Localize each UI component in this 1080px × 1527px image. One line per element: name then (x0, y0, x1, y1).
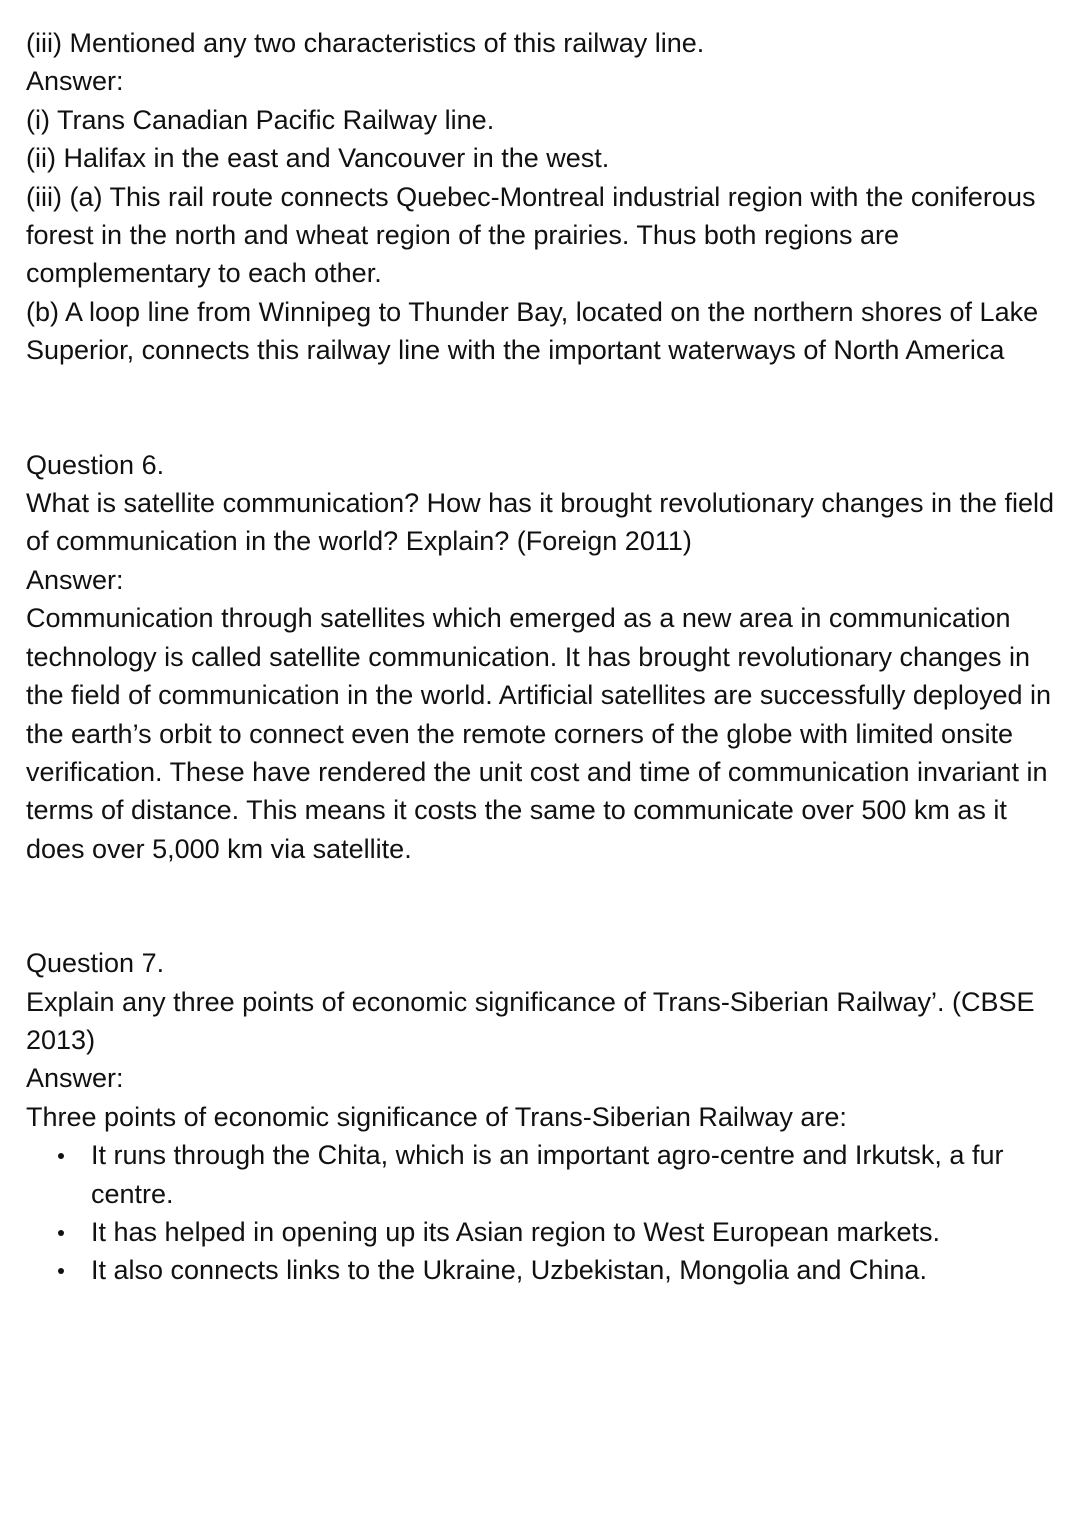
question-7-section: Question 7. Explain any three points of … (26, 944, 1060, 1290)
list-item-text: It runs through the Chita, which is an i… (91, 1140, 1004, 1209)
previous-question-section: (iii) Mentioned any two characteristics … (26, 24, 1060, 370)
question-text: Explain any three points of economic sig… (26, 986, 1035, 1055)
list-item: It also connects links to the Ukraine, U… (26, 1251, 1060, 1289)
question-part-text: (iii) Mentioned any two characteristics … (26, 28, 705, 58)
answer-intro: Three points of economic significance of… (26, 1101, 847, 1132)
list-item: It has helped in opening up its Asian re… (26, 1213, 1060, 1251)
answer-bullet-list: It runs through the Chita, which is an i… (26, 1136, 1060, 1290)
answer-label: Answer: (26, 564, 124, 595)
question-6-section: Question 6. What is satellite communicat… (26, 446, 1060, 868)
answer-paragraph: Communication through satellites which e… (26, 603, 1051, 864)
list-item: It runs through the Chita, which is an i… (26, 1136, 1060, 1213)
list-item-text: It has helped in opening up its Asian re… (91, 1216, 941, 1247)
list-item-text: It also connects links to the Ukraine, U… (91, 1255, 927, 1286)
bullet-dot-icon (58, 1153, 64, 1160)
answer-line: (ii) Halifax in the east and Vancouver i… (26, 143, 610, 174)
question-text: What is satellite communication? How has… (26, 488, 1055, 557)
document-page: (iii) Mentioned any two characteristics … (26, 24, 1060, 1290)
bullet-dot-icon (58, 1268, 64, 1275)
question-heading: Question 6. (26, 449, 165, 480)
question-heading: Question 7. (26, 948, 165, 979)
answer-line: (i) Trans Canadian Pacific Railway line. (26, 104, 495, 135)
answer-label: Answer: (26, 66, 124, 97)
answer-label: Answer: (26, 1063, 124, 1094)
answer-paragraph: (iii) (a) This rail route connects Quebe… (26, 181, 1036, 289)
answer-paragraph: (b) A loop line from Winnipeg to Thunder… (26, 296, 1039, 366)
bullet-dot-icon (58, 1229, 64, 1236)
